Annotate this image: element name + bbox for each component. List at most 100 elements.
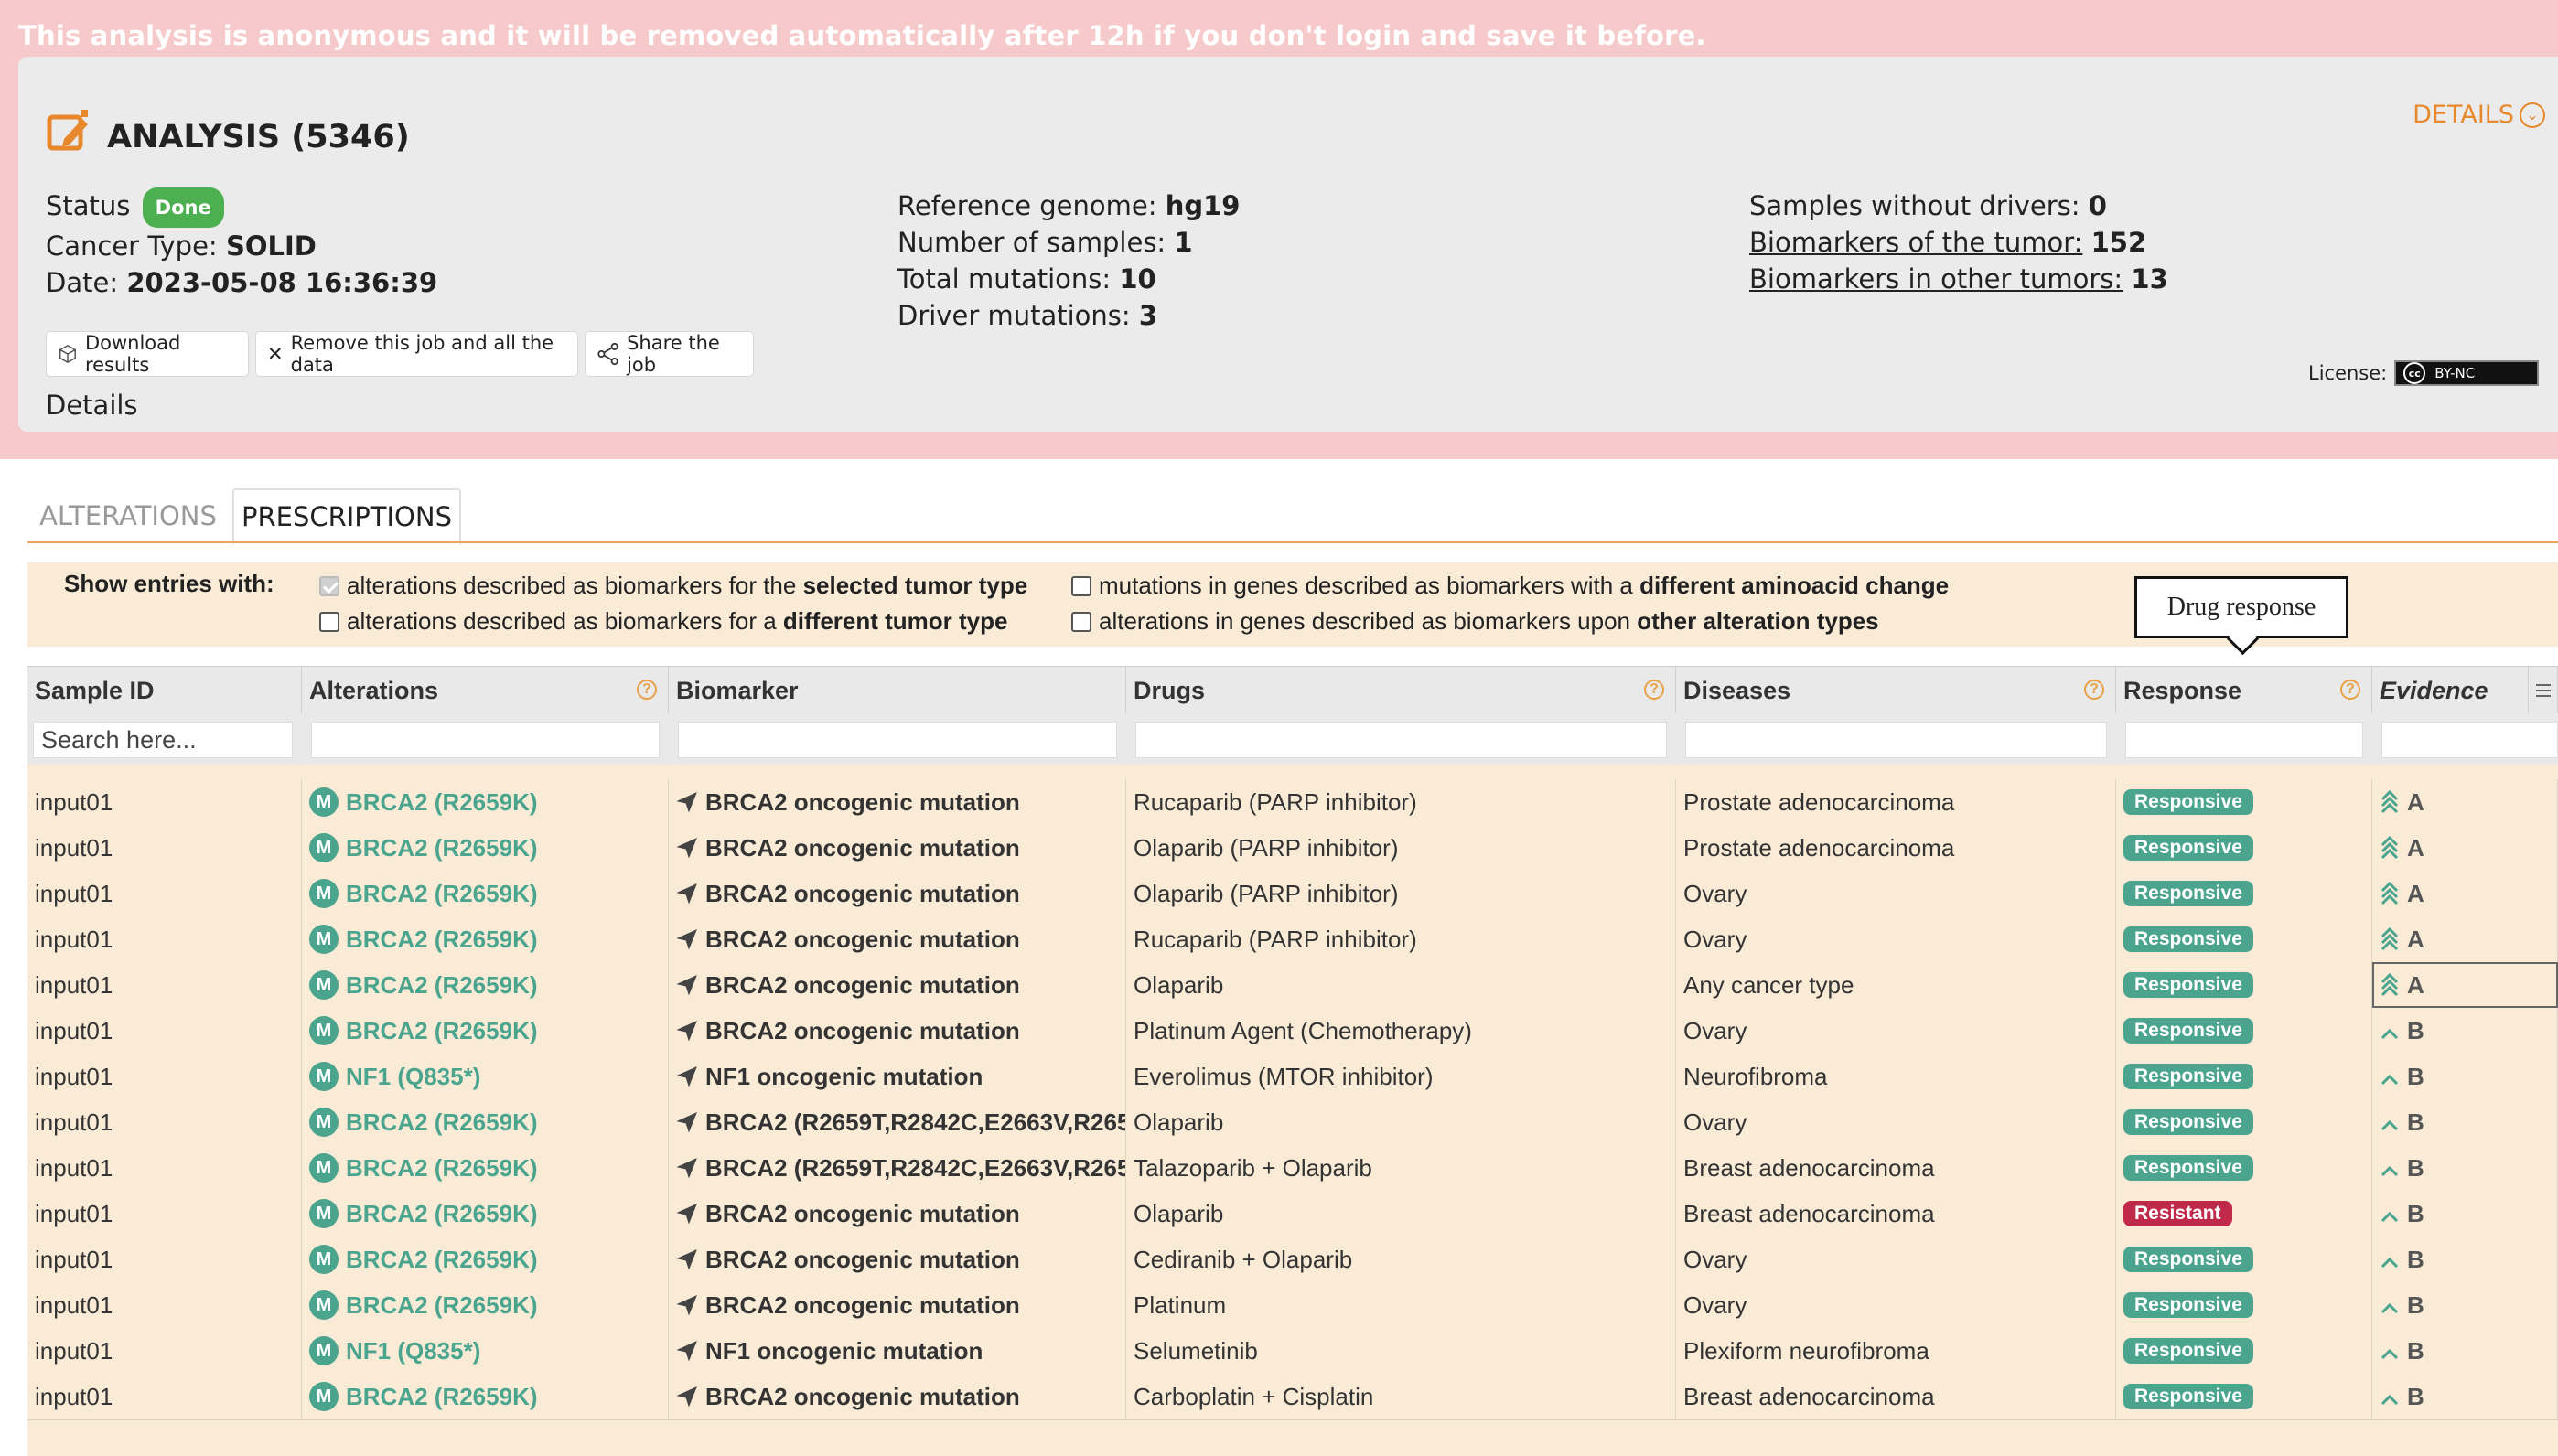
checkbox-checked[interactable] [319,575,339,596]
alteration-link[interactable]: BRCA2 (R2659K) [346,1383,538,1411]
response-cell: Responsive [2116,871,2372,916]
paper-plane-icon [676,883,697,905]
table-row[interactable]: input01 M NF1 (Q835*) NF1 oncogenic mutatio… [27,1054,2558,1100]
biomarkers-other-link[interactable]: Biomarkers in other tumors: [1749,263,2123,294]
table-row[interactable]: input01 M BRCA2 (R2659K) BRCA2 oncogenic mu… [27,1282,2558,1329]
header-biomarker[interactable]: Biomarker [669,667,1126,714]
table-row[interactable]: input01 M BRCA2 (R2659K) BRCA2 oncogenic mu… [27,962,2558,1009]
sample-id-cell: input01 [27,1008,302,1054]
alteration-link[interactable]: BRCA2 (R2659K) [346,1246,538,1274]
alteration-link[interactable]: BRCA2 (R2659K) [346,1291,538,1320]
table-row[interactable]: input01 M BRCA2 (R2659K) BRCA2 oncogenic mu… [27,1374,2558,1420]
paper-plane-icon [676,929,697,950]
biomarkers-tumor-link[interactable]: Biomarkers of the tumor: [1749,227,2082,258]
table-row[interactable]: input01 M BRCA2 (R2659K) BRCA2 oncogenic mu… [27,1237,2558,1283]
alteration-cell: M BRCA2 (R2659K) [302,871,669,916]
drugs-filter-input[interactable] [1135,722,1667,758]
evidence-filter-input[interactable] [2381,722,2558,758]
help-icon[interactable]: ? [2084,680,2104,700]
response-badge: Responsive [2123,1018,2253,1044]
evidence-level: A [2407,879,2424,907]
response-badge: Responsive [2123,1109,2253,1135]
mutation-icon: M [309,1153,339,1183]
filter-different-tumor-type[interactable]: alterations described as biomarkers for … [319,607,1007,636]
biomarker-cell: NF1 oncogenic mutation [669,1054,1126,1099]
double-chevron-up-icon [2381,926,2399,951]
response-cell: Responsive [2116,1145,2372,1191]
biomarker-label: BRCA2 oncogenic mutation [705,879,1020,907]
cc-license-badge[interactable]: cc BY-NC [2394,360,2540,386]
checkbox[interactable] [319,611,339,632]
evidence-level: B [2407,1153,2424,1182]
help-icon[interactable]: ? [1644,680,1664,700]
alteration-link[interactable]: BRCA2 (R2659K) [346,926,538,954]
alteration-cell: M BRCA2 (R2659K) [302,1191,669,1237]
disease-cell: Prostate adenocarcinoma [1676,825,2116,871]
info-column-1: Status Done Cancer Type: SOLID Date: 202… [46,187,437,301]
table-row[interactable]: input01 M BRCA2 (R2659K) BRCA2 oncogenic mu… [27,779,2558,826]
table-row[interactable]: input01 M BRCA2 (R2659K) BRCA2 oncogenic mu… [27,871,2558,917]
alteration-cell: M BRCA2 (R2659K) [302,1145,669,1191]
alteration-link[interactable]: BRCA2 (R2659K) [346,1200,538,1228]
date-line: Date: 2023-05-08 16:36:39 [46,267,438,298]
drug-cell: Platinum Agent (Chemotherapy) [1126,1008,1676,1054]
column-menu-icon[interactable] [2528,667,2558,714]
alterations-filter-input[interactable] [311,722,660,758]
alteration-link[interactable]: BRCA2 (R2659K) [346,1017,538,1045]
alteration-link[interactable]: BRCA2 (R2659K) [346,971,538,1000]
sample-id-cell: input01 [27,1145,302,1191]
filter-different-aminoacid[interactable]: mutations in genes described as biomarke… [1071,572,1949,600]
alteration-link[interactable]: BRCA2 (R2659K) [346,834,538,862]
mutation-icon: M [309,1382,339,1411]
alteration-link[interactable]: BRCA2 (R2659K) [346,788,538,817]
header-alterations[interactable]: Alterations? [302,667,669,714]
share-job-button[interactable]: Share the job [585,331,754,377]
header-response[interactable]: Response? [2116,667,2372,714]
single-chevron-up-icon [2381,1028,2399,1040]
remove-job-button[interactable]: ✕ Remove this job and all the data [255,331,578,377]
response-filter-input[interactable] [2125,722,2363,758]
table-row[interactable]: input01 M BRCA2 (R2659K) BRCA2 (R2659T,R284… [27,1145,2558,1192]
alteration-link[interactable]: BRCA2 (R2659K) [346,880,538,908]
checkbox[interactable] [1071,611,1091,632]
filter-selected-tumor-type[interactable]: alterations described as biomarkers for … [319,572,1027,600]
table-row[interactable]: input01 M BRCA2 (R2659K) BRCA2 (R2659T,R284… [27,1099,2558,1146]
download-results-button[interactable]: Download results [46,331,249,377]
help-icon[interactable]: ? [2340,680,2360,700]
help-icon[interactable]: ? [637,680,657,700]
sample-id-cell: input01 [27,871,302,916]
single-chevron-up-icon [2381,1165,2399,1177]
header-diseases[interactable]: Diseases? [1676,667,2116,714]
paper-plane-icon [676,838,697,859]
checkbox[interactable] [1071,575,1091,596]
table-row[interactable]: input01 M BRCA2 (R2659K) BRCA2 oncogenic mu… [27,825,2558,872]
samples-without-drivers-line: Samples without drivers: 0 [1749,190,2107,221]
header-sample-id[interactable]: Sample ID [27,667,302,714]
alteration-link[interactable]: BRCA2 (R2659K) [346,1108,538,1137]
biomarker-filter-input[interactable] [678,722,1117,758]
table-row[interactable]: input01 M BRCA2 (R2659K) BRCA2 oncogenic mu… [27,916,2558,963]
tab-prescriptions[interactable]: PRESCRIPTIONS [232,488,461,545]
table-row[interactable]: input01 M NF1 (Q835*) NF1 oncogenic mutatio… [27,1328,2558,1375]
filter-other-alteration-types[interactable]: alterations in genes described as biomar… [1071,607,1879,636]
creative-commons-icon: cc [2403,362,2426,384]
details-toggle-link[interactable]: DETAILS ⌄ [2413,101,2545,129]
table-row[interactable]: input01 M BRCA2 (R2659K) BRCA2 oncogenic mu… [27,1191,2558,1237]
paper-plane-icon [676,1341,697,1362]
diseases-filter-input[interactable] [1685,722,2107,758]
details-link-label: DETAILS [2413,101,2514,129]
disease-cell: Breast adenocarcinoma [1676,1191,2116,1237]
evidence-level: B [2407,1108,2424,1136]
tab-alterations[interactable]: ALTERATIONS [27,488,229,542]
alteration-link[interactable]: NF1 (Q835*) [346,1063,480,1091]
biomarker-label: BRCA2 oncogenic mutation [705,1290,1020,1319]
evidence-level: B [2407,1245,2424,1273]
alteration-link[interactable]: NF1 (Q835*) [346,1337,480,1365]
details-link[interactable]: Details [46,390,138,421]
biomarkers-tumor-line: Biomarkers of the tumor: 152 [1749,227,2147,258]
evidence-cell: B [2372,1282,2558,1328]
alteration-link[interactable]: BRCA2 (R2659K) [346,1154,538,1183]
header-drugs[interactable]: Drugs? [1126,667,1676,714]
table-row[interactable]: input01 M BRCA2 (R2659K) BRCA2 oncogenic mu… [27,1008,2558,1055]
sample-id-search-input[interactable] [33,722,293,758]
